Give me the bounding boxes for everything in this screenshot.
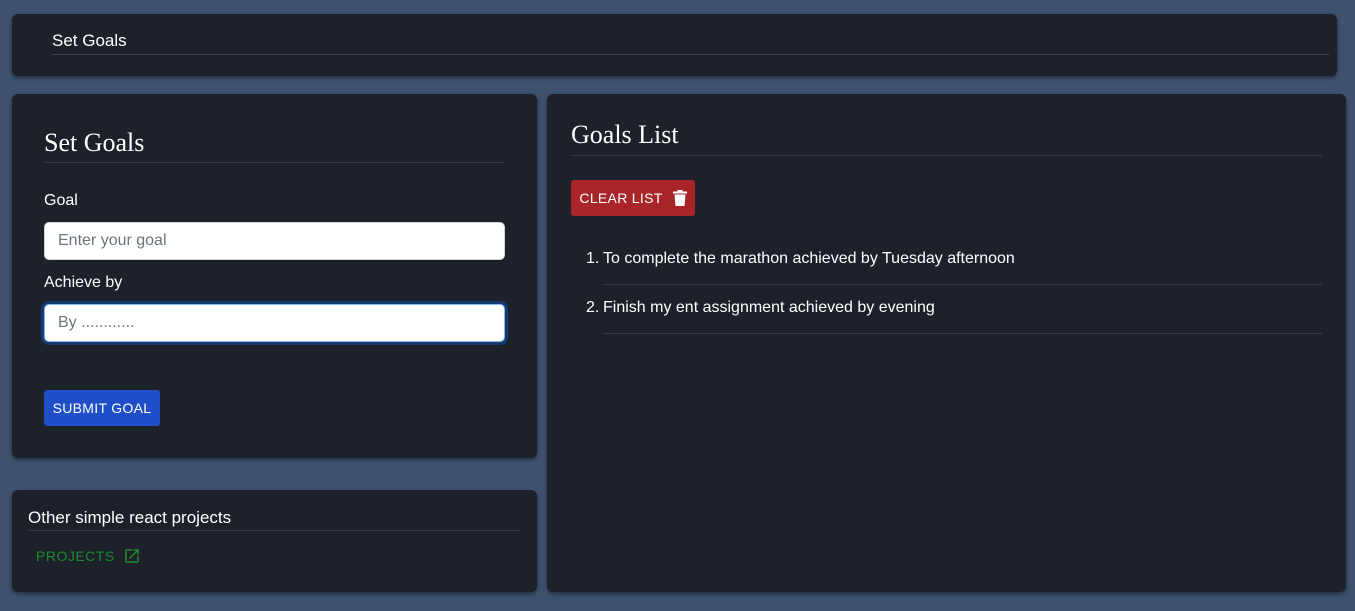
achieve-by-label: Achieve by [44, 274, 123, 291]
goals-list-divider [571, 155, 1322, 156]
goal-item: 1. To complete the marathon achieved by … [586, 237, 1322, 285]
form-title: Set Goals [44, 128, 145, 157]
clear-list-label: CLEAR LIST [579, 190, 663, 206]
other-projects-panel: Other simple react projects PROJECTS [12, 490, 537, 592]
goal-text: Finish my ent assignment achieved by eve… [603, 299, 935, 316]
goal-list: 1. To complete the marathon achieved by … [586, 237, 1322, 334]
header-divider [52, 54, 1329, 55]
goal-text: To complete the marathon achieved by Tue… [603, 250, 1015, 267]
projects-link[interactable]: PROJECTS [36, 547, 141, 565]
projects-divider [28, 530, 521, 531]
submit-goal-button[interactable]: SUBMIT GOAL [44, 390, 160, 426]
goal-number: 1. [586, 250, 600, 267]
goal-number: 2. [586, 299, 600, 316]
goal-label: Goal [44, 192, 78, 209]
achieve-by-input[interactable] [44, 304, 505, 342]
top-header-bar: Set Goals [12, 14, 1337, 76]
external-link-icon [123, 547, 141, 565]
header-title: Set Goals [52, 31, 127, 50]
form-divider [44, 162, 505, 163]
goals-list-panel: Goals List CLEAR LIST 1. To complete the… [547, 94, 1346, 592]
goal-item: 2. Finish my ent assignment achieved by … [586, 286, 1322, 334]
set-goals-form: Set Goals Goal Achieve by SUBMIT GOAL [12, 94, 537, 458]
projects-title: Other simple react projects [28, 508, 232, 527]
goal-input[interactable] [44, 222, 505, 260]
trash-icon [672, 190, 687, 206]
goals-list-title: Goals List [571, 120, 679, 149]
projects-link-label: PROJECTS [36, 548, 115, 564]
clear-list-button[interactable]: CLEAR LIST [571, 180, 695, 216]
